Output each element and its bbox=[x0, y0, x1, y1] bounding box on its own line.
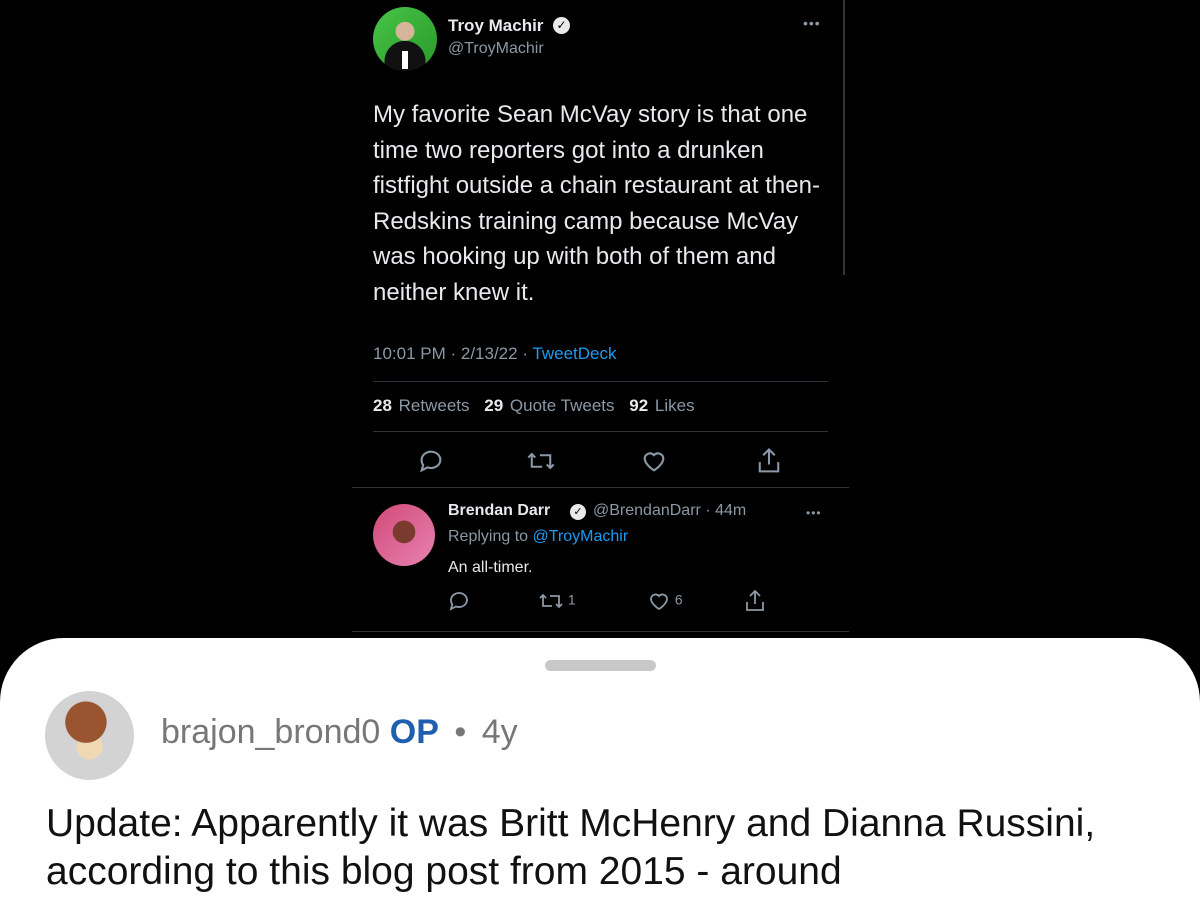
divider-top bbox=[373, 381, 828, 382]
reply-icon[interactable] bbox=[417, 447, 445, 480]
quotes-count: 29 bbox=[484, 396, 504, 415]
verified-icon: ✓ bbox=[553, 17, 570, 34]
separator: • bbox=[454, 713, 467, 751]
replying-to-mention[interactable]: @TroyMachir bbox=[533, 528, 629, 545]
replying-to-label: Replying to bbox=[448, 528, 533, 545]
sheet-drag-handle[interactable] bbox=[545, 660, 656, 671]
verified-icon: ✓ bbox=[570, 504, 586, 520]
comment-user-line: brajon_brond0 OP • 4y bbox=[161, 713, 518, 752]
comment-text: Update: Apparently it was Britt McHenry … bbox=[46, 802, 1096, 893]
tweet-source-link[interactable]: TweetDeck bbox=[532, 344, 616, 363]
scroll-indicator bbox=[843, 0, 845, 275]
brendan-avatar[interactable] bbox=[373, 504, 435, 566]
reply-retweet-count: 1 bbox=[567, 591, 576, 608]
reply-text: An all-timer. bbox=[448, 559, 533, 576]
retweet-icon[interactable] bbox=[526, 447, 556, 480]
comment-age: 4y bbox=[481, 713, 518, 751]
tweet-meta: 10:01 PM · 2/13/22 · TweetDeck bbox=[373, 344, 617, 364]
like-icon[interactable] bbox=[640, 447, 668, 480]
tweet-time: 10:01 PM · 2/13/22 · bbox=[373, 344, 533, 363]
share-icon[interactable] bbox=[743, 588, 767, 617]
tweet-author-handle[interactable]: @TroyMachir bbox=[448, 40, 544, 58]
tweet-author-name[interactable]: Troy Machir bbox=[448, 16, 543, 36]
tweet-stats: 28 Retweets 29 Quote Tweets 92 Likes bbox=[373, 396, 695, 416]
tweet-text: My favorite Sean McVay story is that one… bbox=[373, 101, 820, 306]
likes-count: 92 bbox=[629, 396, 649, 415]
divider-bottom bbox=[373, 431, 828, 432]
reply-icon[interactable] bbox=[447, 589, 471, 616]
reply-retweet-button[interactable]: 1 bbox=[538, 589, 576, 613]
reply-like-count: 6 bbox=[674, 591, 683, 608]
more-icon[interactable]: ••• bbox=[803, 15, 821, 31]
tie-shape bbox=[402, 51, 408, 69]
reply-like-button[interactable]: 6 bbox=[647, 589, 683, 613]
retweets-count: 28 bbox=[373, 396, 392, 415]
share-icon[interactable] bbox=[755, 446, 783, 481]
likes-label[interactable]: Likes bbox=[655, 396, 695, 415]
troy-avatar[interactable] bbox=[373, 7, 437, 71]
comment-username[interactable]: brajon_brond0 bbox=[161, 713, 380, 751]
op-badge: OP bbox=[389, 713, 439, 751]
replying-to: Replying to @TroyMachir bbox=[448, 528, 628, 546]
more-icon[interactable]: ••• bbox=[806, 506, 822, 520]
user-avatar[interactable] bbox=[45, 691, 134, 780]
quotes-label[interactable]: Quote Tweets bbox=[510, 396, 615, 415]
reply-author-name[interactable]: Brendan Darr bbox=[448, 502, 550, 520]
reply-author-handle-time[interactable]: @BrendanDarr · 44m bbox=[593, 502, 746, 520]
retweets-label[interactable]: Retweets bbox=[399, 396, 470, 415]
